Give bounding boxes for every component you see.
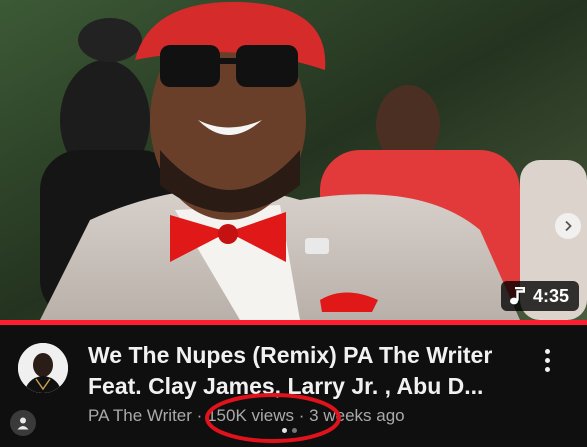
- person-icon: [17, 417, 29, 430]
- channel-name[interactable]: PA The Writer: [88, 406, 192, 426]
- next-thumbnail-button[interactable]: [555, 213, 581, 239]
- video-thumbnail[interactable]: 4:35: [0, 0, 587, 320]
- more-vert-icon-dot: [544, 366, 550, 372]
- video-title[interactable]: We The Nupes (Remix) PA The Writer Feat.…: [88, 340, 518, 402]
- more-vert-icon-dot: [544, 357, 550, 363]
- more-options-button[interactable]: [535, 345, 559, 375]
- music-note-icon: [509, 287, 525, 305]
- more-vert-icon-dot: [544, 348, 550, 354]
- page-dot-active: [282, 428, 287, 433]
- thumbnail-image: [0, 0, 587, 320]
- duration-text: 4:35: [532, 285, 569, 306]
- duration-badge: 4:35: [500, 281, 579, 311]
- chevron-right-icon: [565, 220, 572, 232]
- watch-progress-bar: [0, 320, 587, 325]
- meta-separator: ·: [298, 406, 305, 425]
- video-metadata: PA The Writer · 150K views · 3 weeks ago: [88, 406, 405, 426]
- meta-separator: ·: [196, 406, 203, 425]
- account-button[interactable]: [10, 410, 36, 436]
- carousel-page-indicator: [282, 428, 297, 433]
- page-dot: [292, 428, 297, 433]
- avatar-image: [18, 343, 68, 393]
- view-count: 150K views: [207, 406, 295, 425]
- channel-avatar[interactable]: [18, 343, 68, 393]
- upload-age: 3 weeks ago: [309, 406, 405, 425]
